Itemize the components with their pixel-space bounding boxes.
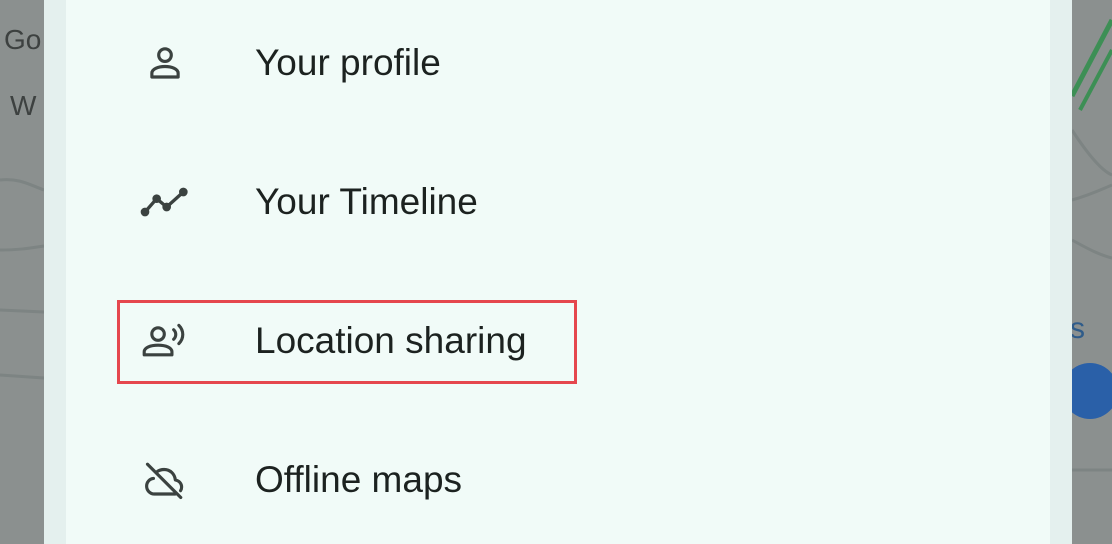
menu-item-label: Location sharing (255, 320, 527, 361)
location-sharing-icon (136, 312, 194, 370)
map-label: Go (4, 24, 42, 55)
timeline-icon (136, 173, 194, 231)
menu-item-your-profile[interactable]: Your profile (66, 28, 1050, 98)
menu-list: Your profile Your Timeline Location shar… (66, 0, 1050, 544)
map-label: s (1070, 312, 1085, 345)
menu-sheet: Your profile Your Timeline Location shar… (44, 0, 1072, 544)
person-icon (136, 34, 194, 92)
menu-item-location-sharing[interactable]: Location sharing (66, 306, 1050, 376)
menu-item-label: Offline maps (255, 459, 463, 500)
map-label: W (10, 90, 37, 121)
menu-item-offline-maps[interactable]: Offline maps (66, 445, 1050, 515)
menu-item-your-timeline[interactable]: Your Timeline (66, 167, 1050, 237)
offline-cloud-icon (136, 451, 194, 509)
menu-item-label: Your profile (255, 42, 441, 83)
menu-item-label: Your Timeline (255, 181, 478, 222)
